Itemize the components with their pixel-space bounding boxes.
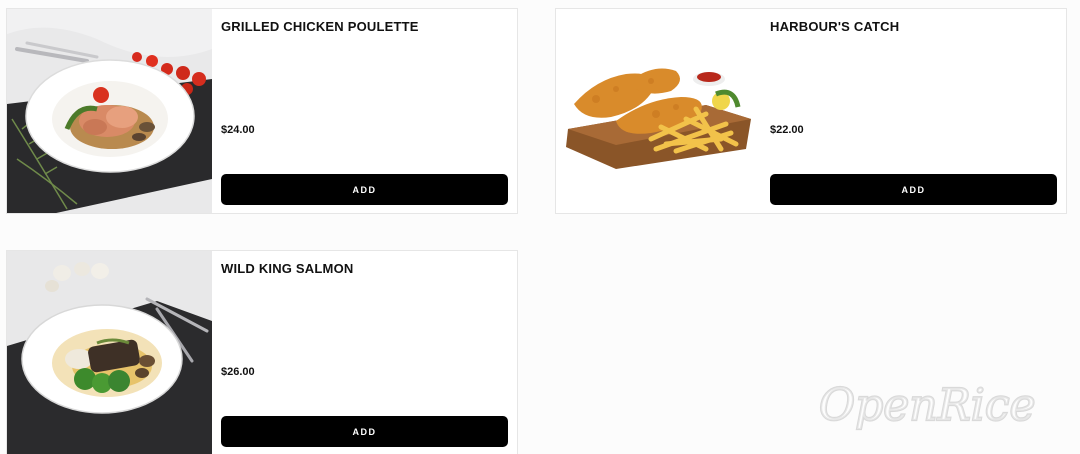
svg-text:OpenRice: OpenRice: [819, 380, 1036, 431]
add-button[interactable]: ADD: [770, 174, 1057, 205]
svg-text:OpenRice: OpenRice: [819, 380, 1036, 431]
menu-item-info: WILD KING SALMON $26.00 ADD: [221, 251, 508, 454]
dish-photo-fish-and-chips[interactable]: [556, 9, 761, 213]
menu-item-price: $26.00: [221, 366, 255, 378]
menu-item-info: GRILLED CHICKEN POULETTE $24.00 ADD: [221, 9, 508, 213]
dish-photo-salmon[interactable]: [7, 251, 212, 454]
menu-item-card: HARBOUR'S CATCH $22.00 ADD: [555, 8, 1067, 214]
salmon-dish-image: [7, 251, 212, 454]
openrice-watermark-logo: OpenRice OpenRice: [818, 379, 1037, 432]
menu-item-name: GRILLED CHICKEN POULETTE: [221, 19, 419, 34]
menu-item-name: HARBOUR'S CATCH: [770, 19, 900, 34]
menu-item-card: GRILLED CHICKEN POULETTE $24.00 ADD: [6, 8, 518, 214]
menu-item-price: $24.00: [221, 124, 255, 136]
menu-item-card: WILD KING SALMON $26.00 ADD: [6, 250, 518, 454]
menu-item-price: $22.00: [770, 124, 804, 136]
menu-item-name: WILD KING SALMON: [221, 261, 354, 276]
menu-item-info: HARBOUR'S CATCH $22.00 ADD: [770, 9, 1057, 213]
add-button[interactable]: ADD: [221, 174, 508, 205]
chicken-dish-image: [7, 9, 212, 213]
fish-and-chips-image: [556, 9, 761, 213]
dish-photo-chicken[interactable]: [7, 9, 212, 213]
add-button[interactable]: ADD: [221, 416, 508, 447]
